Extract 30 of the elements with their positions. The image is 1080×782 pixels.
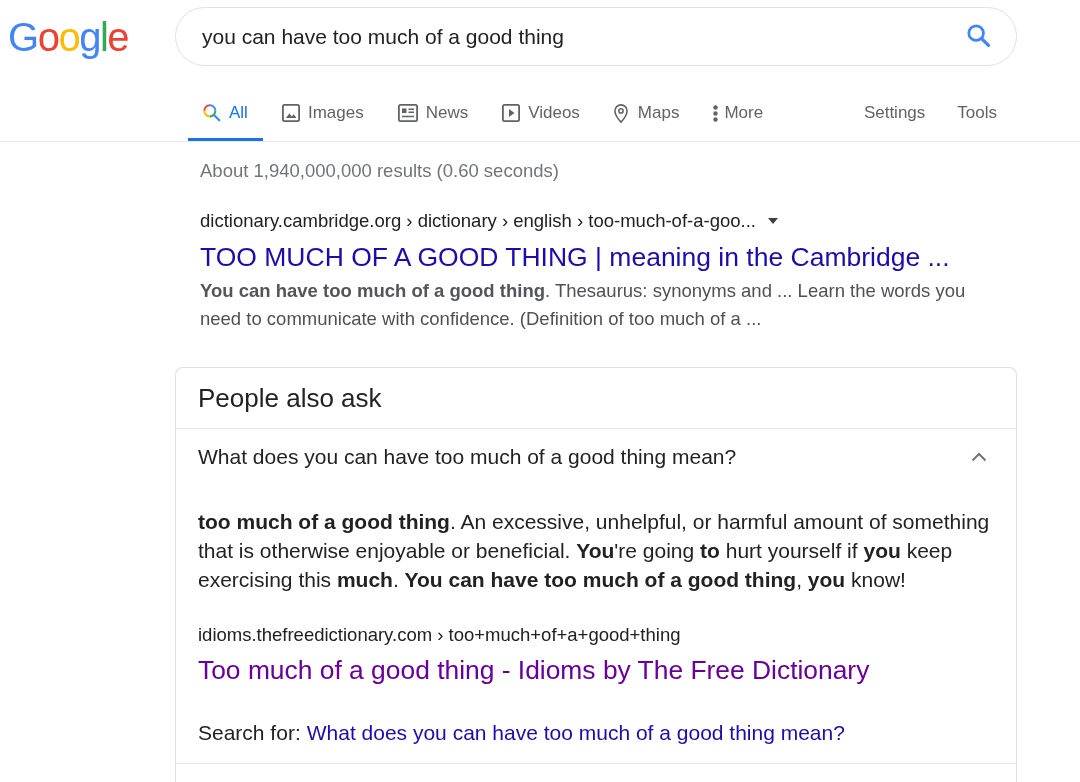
tab[interactable]: Maps [598,85,695,141]
tab[interactable]: More [698,85,779,141]
image-icon [281,104,300,122]
tab[interactable]: All [188,85,263,141]
tab[interactable]: Videos [487,85,595,141]
logo[interactable]: Google [8,14,128,59]
nav-link[interactable]: Settings [848,85,941,141]
search-icon[interactable] [967,24,991,48]
result-url: dictionary.cambridge.org › dictionary › english › too-much-of-a-goo... [200,210,756,232]
caret-icon[interactable] [767,218,778,224]
tab[interactable]: News [382,85,484,141]
search-field[interactable]: you can have too much of a good thing [175,7,1017,66]
search-suggestion-link[interactable]: What does you can have too much of a good thing mean? [306,719,845,747]
search-for-label: Search for: [198,720,301,746]
question-toggle[interactable]: What does you can have too much of a good thing mean? [176,429,1016,471]
answer-text: too much of a good thing. An excessive, unhelpful, or harmful amount of something that is otherwise enjoyable or beneficial. You're going to hurt yourself if you keep exercising this much. You can have too much of a good thing, you know! [198,509,991,593]
tab[interactable]: Images [266,85,379,141]
search-icon [203,104,221,122]
source-title-link[interactable]: Too much of a good thing - Idioms by The Free Dictionary [198,654,870,686]
result-stats: About 1,940,000,000 results (0.60 seconds) [200,160,559,182]
newspaper-icon [397,104,418,122]
play-icon [502,104,521,122]
chevron-up-icon [971,452,987,462]
source-url: idioms.thefreedictionary.com › too+much+of+a+good+thing [198,624,681,646]
nav-link[interactable]: Tools [942,85,1012,141]
section-heading: People also ask [198,383,382,413]
result-title-link[interactable]: TOO MUCH OF A GOOD THING | meaning in the Cambridge ... [200,241,950,273]
result-snippet: You can have too much of a good thing. Thesaurus: synonyms and ... Learn the words you need to communicate with confidence. (Definition of too much of a ... [200,279,967,331]
dots-icon [713,104,719,122]
map-pin-icon [613,103,628,123]
